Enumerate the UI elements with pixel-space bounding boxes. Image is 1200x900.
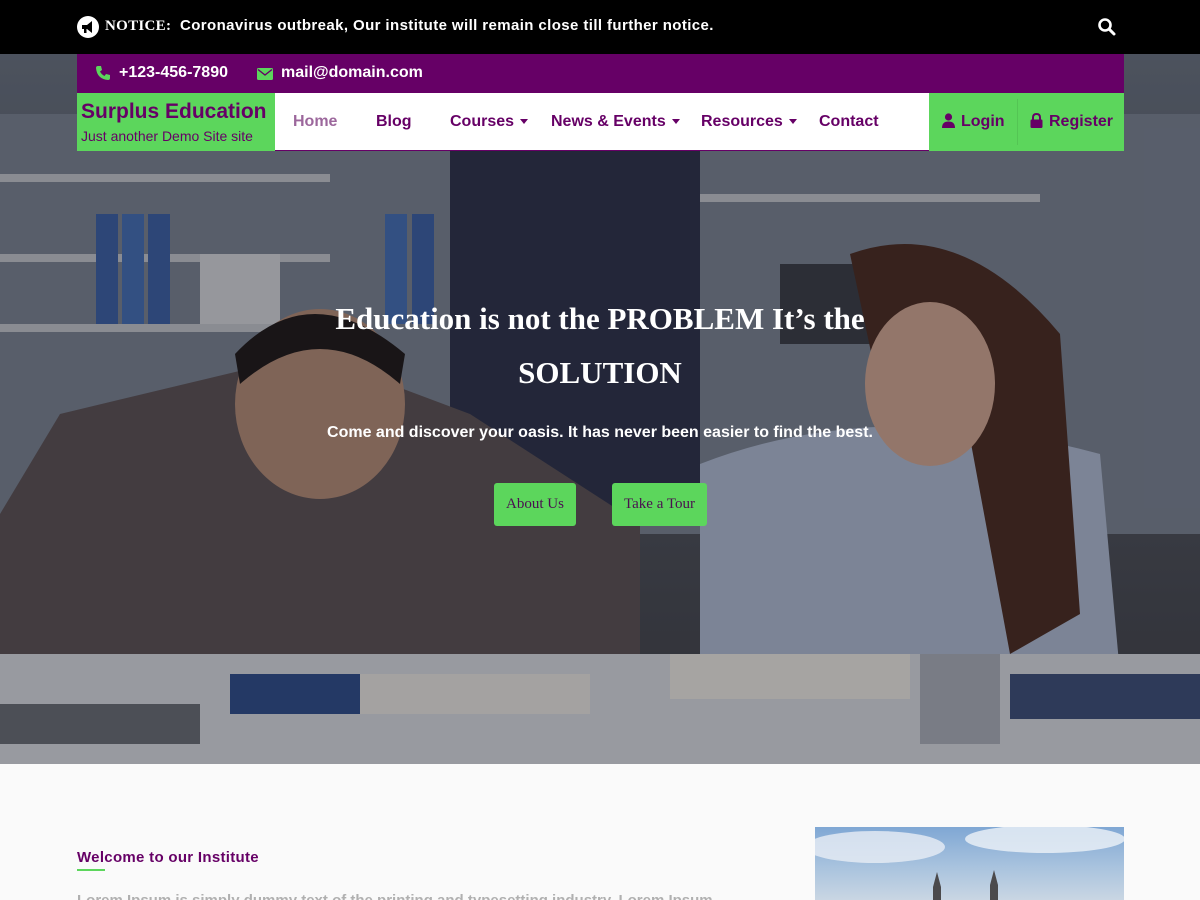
nav-item-label: News & Events: [551, 113, 666, 130]
hero-title: Education is not the PROBLEM It’s the SO…: [335, 301, 865, 390]
hero-overlay: [0, 54, 1200, 764]
nav-item-label: Resources: [701, 113, 783, 130]
hero-banner: [0, 54, 1200, 764]
nav-item-home[interactable]: Home: [293, 113, 337, 131]
nav-item-resources[interactable]: Resources: [701, 113, 797, 131]
notice-label: NOTICE:: [105, 18, 172, 34]
heading-underline: [77, 869, 105, 871]
phone-icon: [95, 65, 111, 86]
login-label: Login: [961, 113, 1005, 130]
lock-icon: [1030, 112, 1043, 128]
chevron-down-icon: [520, 119, 529, 125]
welcome-heading: Welcome to our Institute: [77, 849, 259, 866]
nav-item-blog[interactable]: Blog: [376, 113, 412, 131]
megaphone-icon: [77, 16, 99, 38]
site-tagline: Just another Demo Site site: [81, 128, 253, 144]
contact-phone[interactable]: +123-456-7890: [119, 64, 228, 82]
envelope-icon: [257, 67, 273, 85]
welcome-text: Lorem Ipsum is simply dummy text of the …: [77, 892, 777, 900]
about-us-button[interactable]: About Us: [494, 483, 576, 526]
chevron-down-icon: [671, 119, 680, 125]
main-nav: Home Blog Courses News & Events Resource…: [275, 93, 929, 151]
contact-email[interactable]: mail@domain.com: [281, 64, 423, 82]
notice-text: Coronavirus outbreak, Our institute will…: [180, 17, 714, 34]
hero-subtitle: Come and discover your oasis. It has nev…: [327, 424, 873, 441]
cathedral-image: [815, 827, 1124, 900]
register-button[interactable]: Register: [1030, 112, 1114, 131]
take-a-tour-button[interactable]: Take a Tour: [612, 483, 707, 526]
contact-strip: +123-456-7890 mail@domain.com: [77, 54, 1124, 93]
nav-item-courses[interactable]: Courses: [450, 113, 529, 131]
chevron-down-icon: [788, 119, 797, 125]
notice-bar: NOTICE: Coronavirus outbreak, Our instit…: [0, 0, 1200, 54]
login-button[interactable]: Login: [942, 113, 1005, 131]
site-brand[interactable]: Surplus Education Just another Demo Site…: [77, 93, 275, 151]
register-label: Register: [1049, 113, 1114, 130]
auth-divider: [1017, 99, 1018, 145]
nav-item-label: Courses: [450, 113, 515, 130]
site-title[interactable]: Surplus Education: [81, 100, 267, 124]
nav-item-news-events[interactable]: News & Events: [551, 113, 680, 131]
nav-item-contact[interactable]: Contact: [819, 113, 879, 131]
user-icon: [942, 113, 955, 128]
search-icon[interactable]: [1097, 17, 1117, 37]
auth-bar: Login Register: [929, 93, 1124, 151]
